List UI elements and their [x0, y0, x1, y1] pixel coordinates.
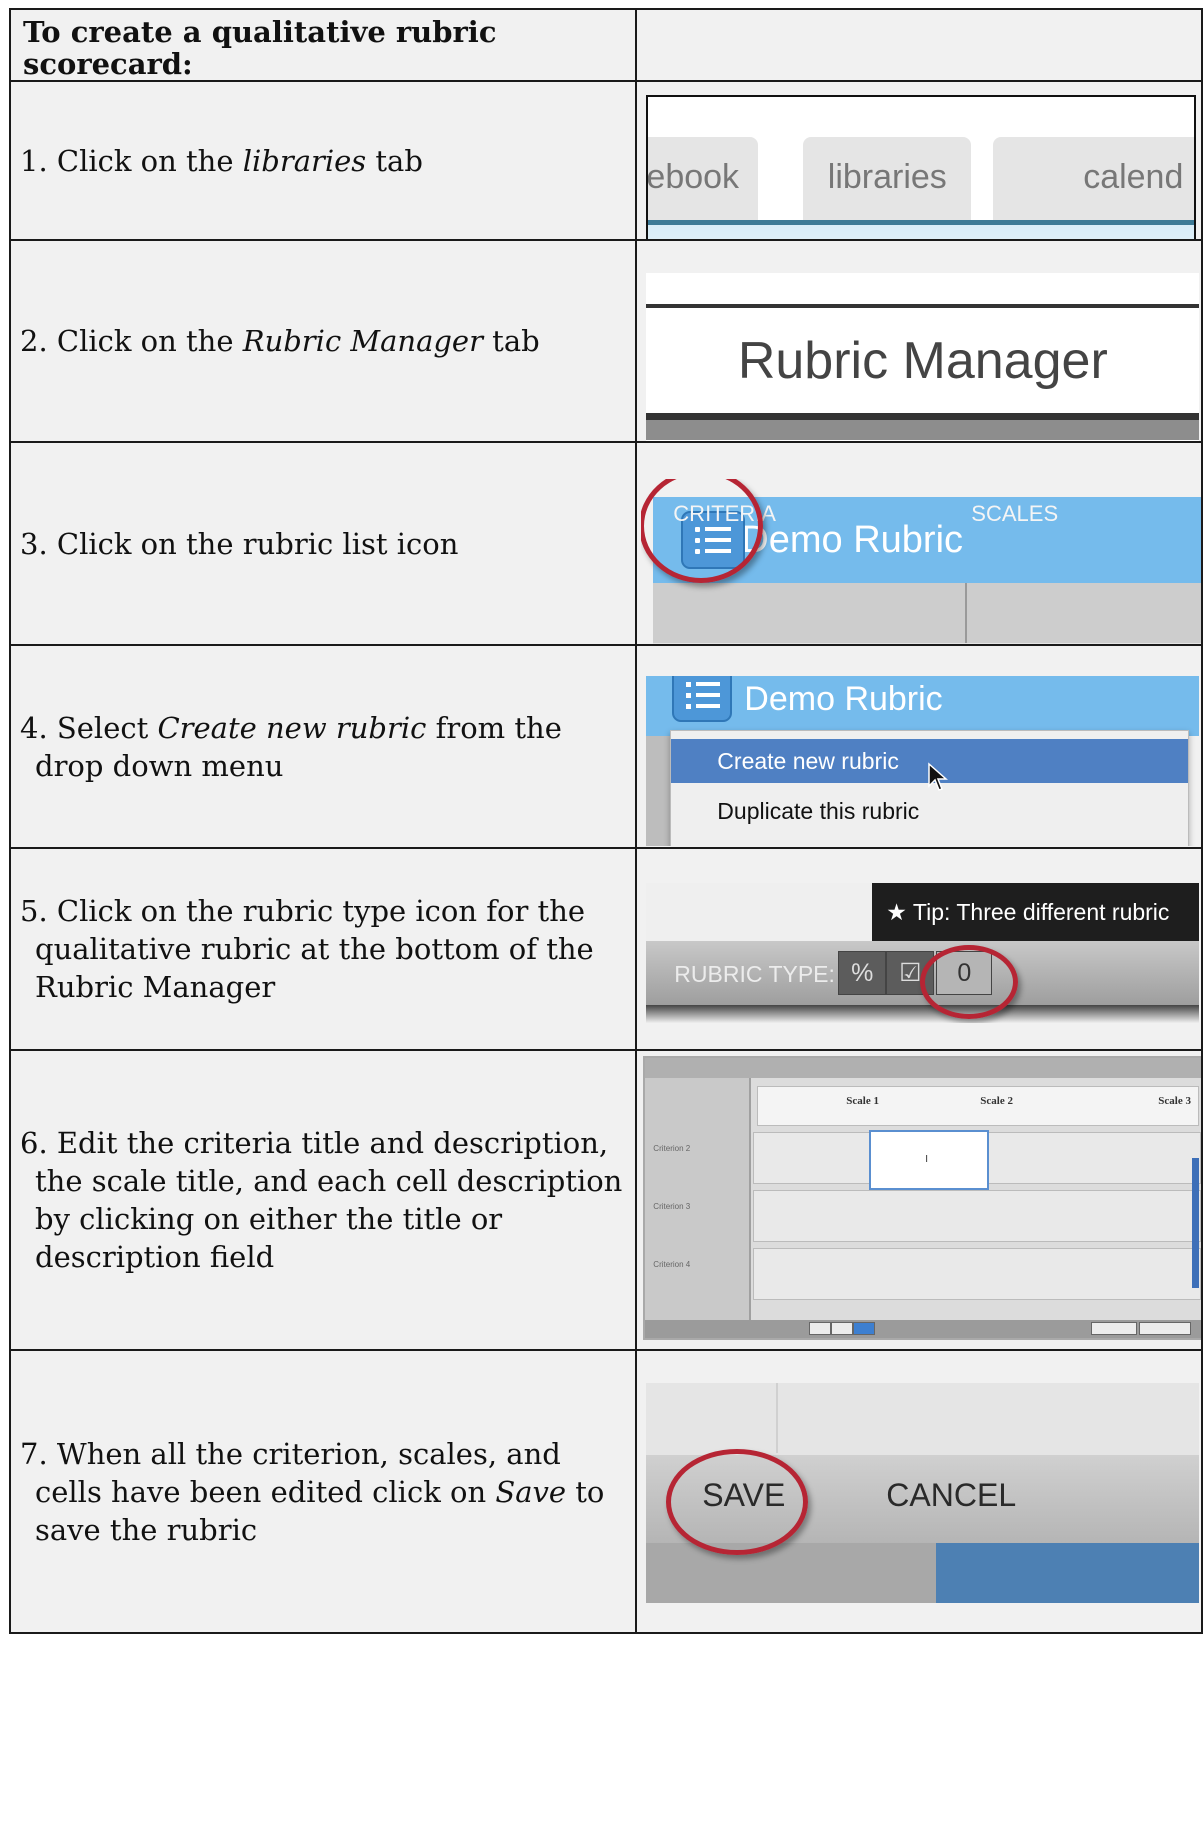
step-5-cell: 5. Click on the rubric type icon for the…	[8, 847, 638, 1051]
list-line-icon	[696, 693, 721, 697]
step-3-cell: 3. Click on the rubric list icon	[8, 441, 638, 646]
column-separator	[965, 583, 968, 643]
rubric-manager-screenshot: Rubric Manager	[646, 273, 1200, 440]
grid-top-bar	[645, 1058, 1201, 1078]
rubric-type-screenshot: ★ Tip: Three different rubric RUBRIC TYP…	[646, 883, 1200, 1023]
scrollbar[interactable]	[1192, 1158, 1200, 1288]
heading-empty-cell	[635, 8, 1203, 82]
highlight-circle	[666, 1449, 809, 1555]
scale-title[interactable]: Scale 2	[980, 1095, 1013, 1107]
cancel-button[interactable]: CANCEL	[886, 1477, 1016, 1514]
step-7-cell: 7. When all the criterion, scales, and c…	[8, 1349, 638, 1634]
step-6-screenshot: Scale 1 Scale 2 Scale 3 Criterion 2 Crit…	[635, 1049, 1203, 1351]
cell-text: I	[925, 1154, 929, 1165]
list-bullet-icon	[686, 693, 692, 698]
step-3-screenshot: Demo Rubric CRITERIA SCALES	[635, 441, 1203, 646]
criterion-title[interactable]: Criterion 2	[653, 1144, 690, 1153]
rubric-type-button[interactable]	[853, 1322, 876, 1335]
criteria-column	[645, 1078, 752, 1320]
step-1-text: 1. Click on the libraries tab	[20, 143, 423, 178]
step-3-text: 3. Click on the rubric list icon	[20, 526, 459, 561]
list-bullet-icon	[686, 704, 692, 709]
step-5-text: 5. Click on the rubric type icon for the…	[20, 894, 594, 1004]
menu-backdrop	[646, 736, 671, 846]
tab-calendar[interactable]: calend	[993, 137, 1195, 233]
step-1-cell: 1. Click on the libraries tab	[8, 80, 638, 241]
instruction-table: To create a qualitative rubric scorecard…	[8, 8, 1203, 1634]
bar-shadow	[646, 1005, 1200, 1023]
scales-column-label: SCALES	[971, 501, 1059, 526]
menu-item-duplicate-rubric[interactable]: Duplicate this rubric	[671, 789, 1188, 833]
tip-tooltip: ★ Tip: Three different rubric	[872, 883, 1200, 941]
divider	[646, 304, 1200, 308]
drop-menu-screenshot: Demo Rubric Create new rubric Duplicate …	[646, 676, 1200, 846]
step-2-screenshot: Rubric Manager	[635, 239, 1203, 443]
list-line-icon	[696, 682, 721, 686]
demo-rubric-screenshot: Demo Rubric CRITERIA SCALES	[641, 479, 1201, 643]
cancel-button[interactable]	[1139, 1322, 1192, 1335]
tabs-screenshot: debook libraries calend	[646, 95, 1197, 238]
grid-row	[753, 1248, 1201, 1300]
step-1-screenshot: debook libraries calend	[635, 80, 1203, 241]
tab-libraries[interactable]: libraries	[803, 137, 972, 233]
scale-header-row: Scale 1 Scale 2 Scale 3	[757, 1086, 1200, 1126]
divider	[646, 413, 1200, 420]
tab-gradebook[interactable]: debook	[648, 137, 759, 233]
step-4-text: 4. Select Create new rubric from the dro…	[20, 710, 562, 783]
save-cancel-screenshot: SAVE CANCEL	[646, 1383, 1200, 1603]
step-5-screenshot: ★ Tip: Three different rubric RUBRIC TYP…	[635, 847, 1203, 1051]
step-7-screenshot: SAVE CANCEL	[635, 1349, 1203, 1634]
column-header-bar	[653, 583, 1201, 643]
step-2-cell: 2. Click on the Rubric Manager tab	[8, 239, 638, 443]
percent-rubric-button[interactable]: %	[838, 951, 887, 995]
step-4-cell: 4. Select Create new rubric from the dro…	[8, 644, 638, 849]
rubric-type-button[interactable]	[809, 1322, 832, 1335]
highlight-circle	[920, 945, 1019, 1019]
panel-bottom	[646, 1543, 937, 1603]
rubric-type-label: RUBRIC TYPE:	[674, 961, 835, 987]
step-4-screenshot: Demo Rubric Create new rubric Duplicate …	[635, 644, 1203, 849]
criterion-title[interactable]: Criterion 3	[653, 1202, 690, 1211]
selected-cell[interactable]: I	[869, 1130, 990, 1190]
heading-cell: To create a qualitative rubric scorecard…	[8, 8, 638, 82]
step-7-text: 7. When all the criterion, scales, and c…	[20, 1436, 605, 1547]
panel-bottom-highlight	[936, 1543, 1200, 1603]
grid-row	[753, 1190, 1201, 1242]
scale-title[interactable]: Scale 3	[1158, 1095, 1191, 1107]
list-bullet-icon	[686, 682, 692, 687]
step-6-text: 6. Edit the criteria title and descripti…	[20, 1126, 623, 1274]
divider-shadow	[646, 420, 1200, 440]
rubric-title: Demo Rubric	[744, 680, 943, 718]
list-line-icon	[696, 704, 721, 708]
step-6-cell: 6. Edit the criteria title and descripti…	[8, 1049, 638, 1351]
tab-strip	[648, 225, 1195, 238]
table-heading: To create a qualitative rubric scorecard…	[23, 15, 497, 81]
mouse-cursor-icon	[928, 762, 949, 791]
criterion-title[interactable]: Criterion 4	[653, 1260, 690, 1269]
rubric-grid-screenshot: Scale 1 Scale 2 Scale 3 Criterion 2 Crit…	[643, 1056, 1201, 1340]
rubric-manager-tab[interactable]: Rubric Manager	[646, 331, 1199, 391]
divider	[776, 1383, 779, 1453]
rubric-list-icon[interactable]	[672, 676, 733, 722]
scale-title[interactable]: Scale 1	[846, 1095, 879, 1107]
rubric-type-button[interactable]	[831, 1322, 854, 1335]
step-2-text: 2. Click on the Rubric Manager tab	[20, 324, 540, 358]
save-button[interactable]	[1091, 1322, 1138, 1335]
